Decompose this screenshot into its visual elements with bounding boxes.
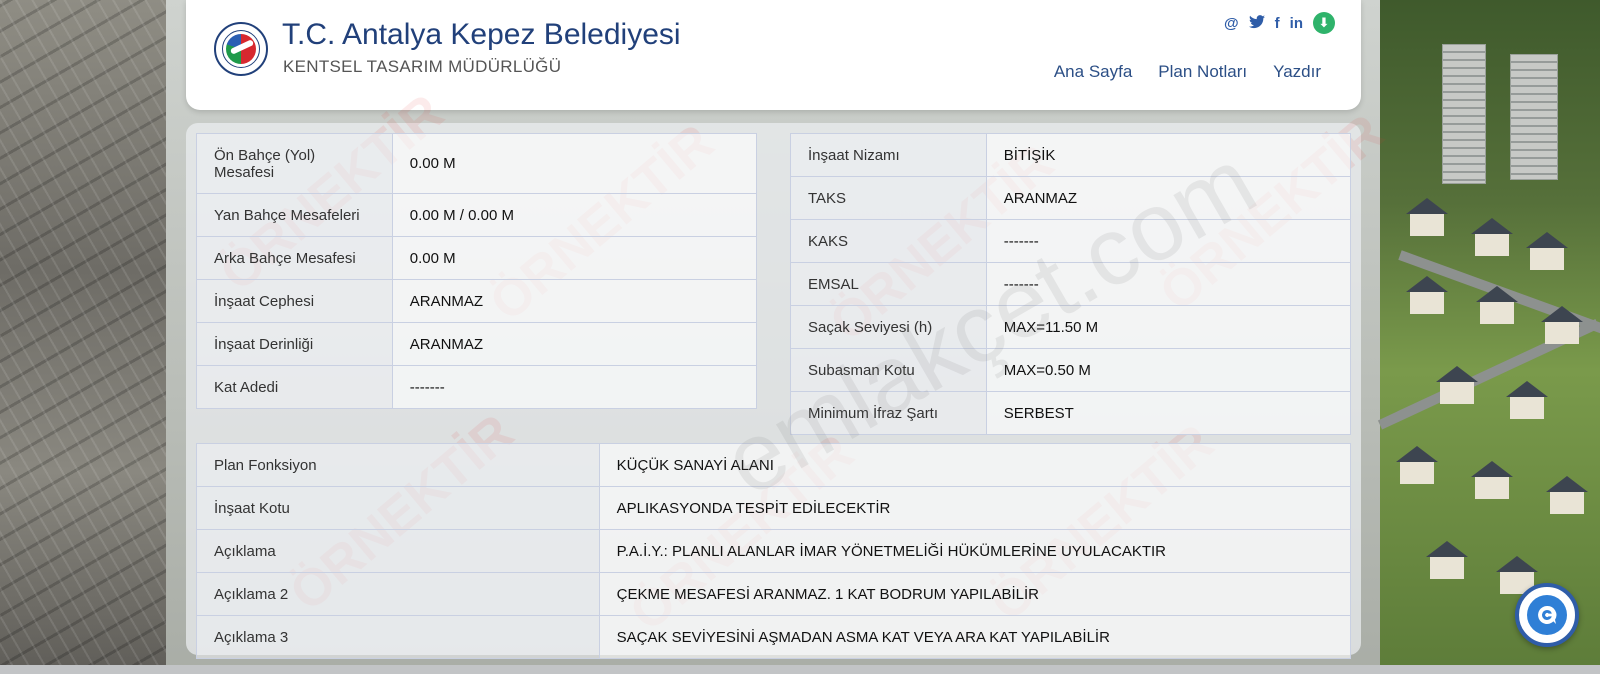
site-subtitle: KENTSEL TASARIM MÜDÜRLÜĞÜ bbox=[283, 57, 562, 76]
tower-building bbox=[1442, 44, 1486, 184]
table-row: İnşaat Cephesi ARANMAZ bbox=[196, 279, 758, 323]
house bbox=[1541, 306, 1583, 344]
construction-table: İnşaat Nizamı BİTİŞİK TAKS ARANMAZ KAKS … bbox=[790, 133, 1352, 435]
row-key: Ön Bahçe (Yol) Mesafesi bbox=[196, 133, 393, 194]
site-header: T.C. Antalya Kepez Belediyesi KENTSEL TA… bbox=[186, 0, 1361, 110]
twitter-icon[interactable] bbox=[1248, 14, 1265, 32]
row-key: Saçak Seviyesi (h) bbox=[790, 305, 987, 349]
row-key: İnşaat Kotu bbox=[196, 486, 600, 530]
row-value: 0.00 M / 0.00 M bbox=[391, 193, 758, 237]
house bbox=[1406, 276, 1448, 314]
table-row: EMSAL ------- bbox=[790, 262, 1352, 306]
row-key: Arka Bahçe Mesafesi bbox=[196, 236, 393, 280]
table-row: Subasman Kotu MAX=0.50 M bbox=[790, 348, 1352, 392]
download-icon[interactable]: ⬇ bbox=[1313, 12, 1335, 34]
main-nav: Ana Sayfa Plan Notları Yazdır bbox=[1054, 62, 1321, 82]
table-row: Saçak Seviyesi (h) MAX=11.50 M bbox=[790, 305, 1352, 349]
table-row: Açıklama P.A.İ.Y.: PLANLI ALANLAR İMAR Y… bbox=[196, 529, 1352, 573]
row-value: 0.00 M bbox=[391, 133, 758, 194]
table-row: Plan Fonksiyon KÜÇÜK SANAYİ ALANI bbox=[196, 443, 1352, 487]
row-value: ------- bbox=[391, 365, 758, 409]
row-key: Yan Bahçe Mesafeleri bbox=[196, 193, 393, 237]
table-row: Minimum İfraz Şartı SERBEST bbox=[790, 391, 1352, 435]
row-value: SERBEST bbox=[985, 391, 1352, 435]
row-key: Minimum İfraz Şartı bbox=[790, 391, 987, 435]
table-row: İnşaat Nizamı BİTİŞİK bbox=[790, 133, 1352, 177]
table-row: Ön Bahçe (Yol) Mesafesi 0.00 M bbox=[196, 133, 758, 194]
at-icon[interactable]: @ bbox=[1224, 15, 1239, 32]
row-value: APLIKASYONDA TESPİT EDİLECEKTİR bbox=[598, 486, 1352, 530]
facebook-icon[interactable]: f bbox=[1275, 15, 1280, 32]
kepez-logo[interactable] bbox=[214, 22, 268, 76]
table-row: İnşaat Kotu APLIKASYONDA TESPİT EDİLECEK… bbox=[196, 486, 1352, 530]
table-row: Açıklama 3 SAÇAK SEVİYESİNİ AŞMADAN ASMA… bbox=[196, 615, 1352, 659]
house bbox=[1526, 232, 1568, 270]
background-residential bbox=[1377, 0, 1600, 674]
chat-icon bbox=[1527, 595, 1567, 635]
linkedin-icon[interactable]: in bbox=[1290, 15, 1303, 32]
table-row: Açıklama 2 ÇEKME MESAFESİ ARANMAZ. 1 KAT… bbox=[196, 572, 1352, 616]
table-row: TAKS ARANMAZ bbox=[790, 176, 1352, 220]
row-key: Kat Adedi bbox=[196, 365, 393, 409]
row-value: KÜÇÜK SANAYİ ALANI bbox=[598, 443, 1352, 487]
bottom-scrollbar[interactable] bbox=[0, 665, 1600, 674]
row-value: 0.00 M bbox=[391, 236, 758, 280]
table-row: İnşaat Derinliği ARANMAZ bbox=[196, 322, 758, 366]
row-value: BİTİŞİK bbox=[985, 133, 1352, 177]
row-value: MAX=0.50 M bbox=[985, 348, 1352, 392]
row-key: EMSAL bbox=[790, 262, 987, 306]
tower-building bbox=[1510, 54, 1558, 180]
house bbox=[1396, 446, 1438, 484]
row-key: KAKS bbox=[790, 219, 987, 263]
table-row: Kat Adedi ------- bbox=[196, 365, 758, 409]
chat-support-button[interactable] bbox=[1515, 583, 1579, 647]
house bbox=[1476, 286, 1518, 324]
row-key: İnşaat Cephesi bbox=[196, 279, 393, 323]
nav-home[interactable]: Ana Sayfa bbox=[1054, 62, 1132, 82]
row-value: MAX=11.50 M bbox=[985, 305, 1352, 349]
row-value: ÇEKME MESAFESİ ARANMAZ. 1 KAT BODRUM YAP… bbox=[598, 572, 1352, 616]
setback-table: Ön Bahçe (Yol) Mesafesi 0.00 M Yan Bahçe… bbox=[196, 133, 758, 409]
row-value: ------- bbox=[985, 219, 1352, 263]
row-key: Açıklama bbox=[196, 529, 600, 573]
background-aerial-city bbox=[0, 0, 166, 674]
row-value: P.A.İ.Y.: PLANLI ALANLAR İMAR YÖNETMELİĞ… bbox=[598, 529, 1352, 573]
row-value: SAÇAK SEVİYESİNİ AŞMADAN ASMA KAT VEYA A… bbox=[598, 615, 1352, 659]
social-links: @ f in ⬇ bbox=[1224, 12, 1335, 34]
row-value: ARANMAZ bbox=[391, 279, 758, 323]
row-key: Plan Fonksiyon bbox=[196, 443, 600, 487]
site-title: T.C. Antalya Kepez Belediyesi bbox=[282, 18, 681, 51]
row-value: ARANMAZ bbox=[391, 322, 758, 366]
nav-plan-notes[interactable]: Plan Notları bbox=[1158, 62, 1247, 82]
plan-notes-table: Plan Fonksiyon KÜÇÜK SANAYİ ALANI İnşaat… bbox=[196, 443, 1352, 659]
house bbox=[1436, 366, 1478, 404]
table-row: Yan Bahçe Mesafeleri 0.00 M / 0.00 M bbox=[196, 193, 758, 237]
row-key: TAKS bbox=[790, 176, 987, 220]
house bbox=[1406, 198, 1448, 236]
house bbox=[1546, 476, 1588, 514]
house bbox=[1471, 218, 1513, 256]
row-key: İnşaat Derinliği bbox=[196, 322, 393, 366]
row-value: ------- bbox=[985, 262, 1352, 306]
table-row: Arka Bahçe Mesafesi 0.00 M bbox=[196, 236, 758, 280]
row-key: Subasman Kotu bbox=[790, 348, 987, 392]
row-value: ARANMAZ bbox=[985, 176, 1352, 220]
house bbox=[1471, 461, 1513, 499]
row-key: Açıklama 3 bbox=[196, 615, 600, 659]
house bbox=[1506, 381, 1548, 419]
row-key: Açıklama 2 bbox=[196, 572, 600, 616]
table-row: KAKS ------- bbox=[790, 219, 1352, 263]
nav-print[interactable]: Yazdır bbox=[1273, 62, 1321, 82]
house bbox=[1426, 541, 1468, 579]
row-key: İnşaat Nizamı bbox=[790, 133, 987, 177]
plan-details-panel: ÖRNEKTİR ÖRNEKTİR ÖRNEKTİR ÖRNEKTİR ÖRNE… bbox=[186, 84, 1394, 659]
